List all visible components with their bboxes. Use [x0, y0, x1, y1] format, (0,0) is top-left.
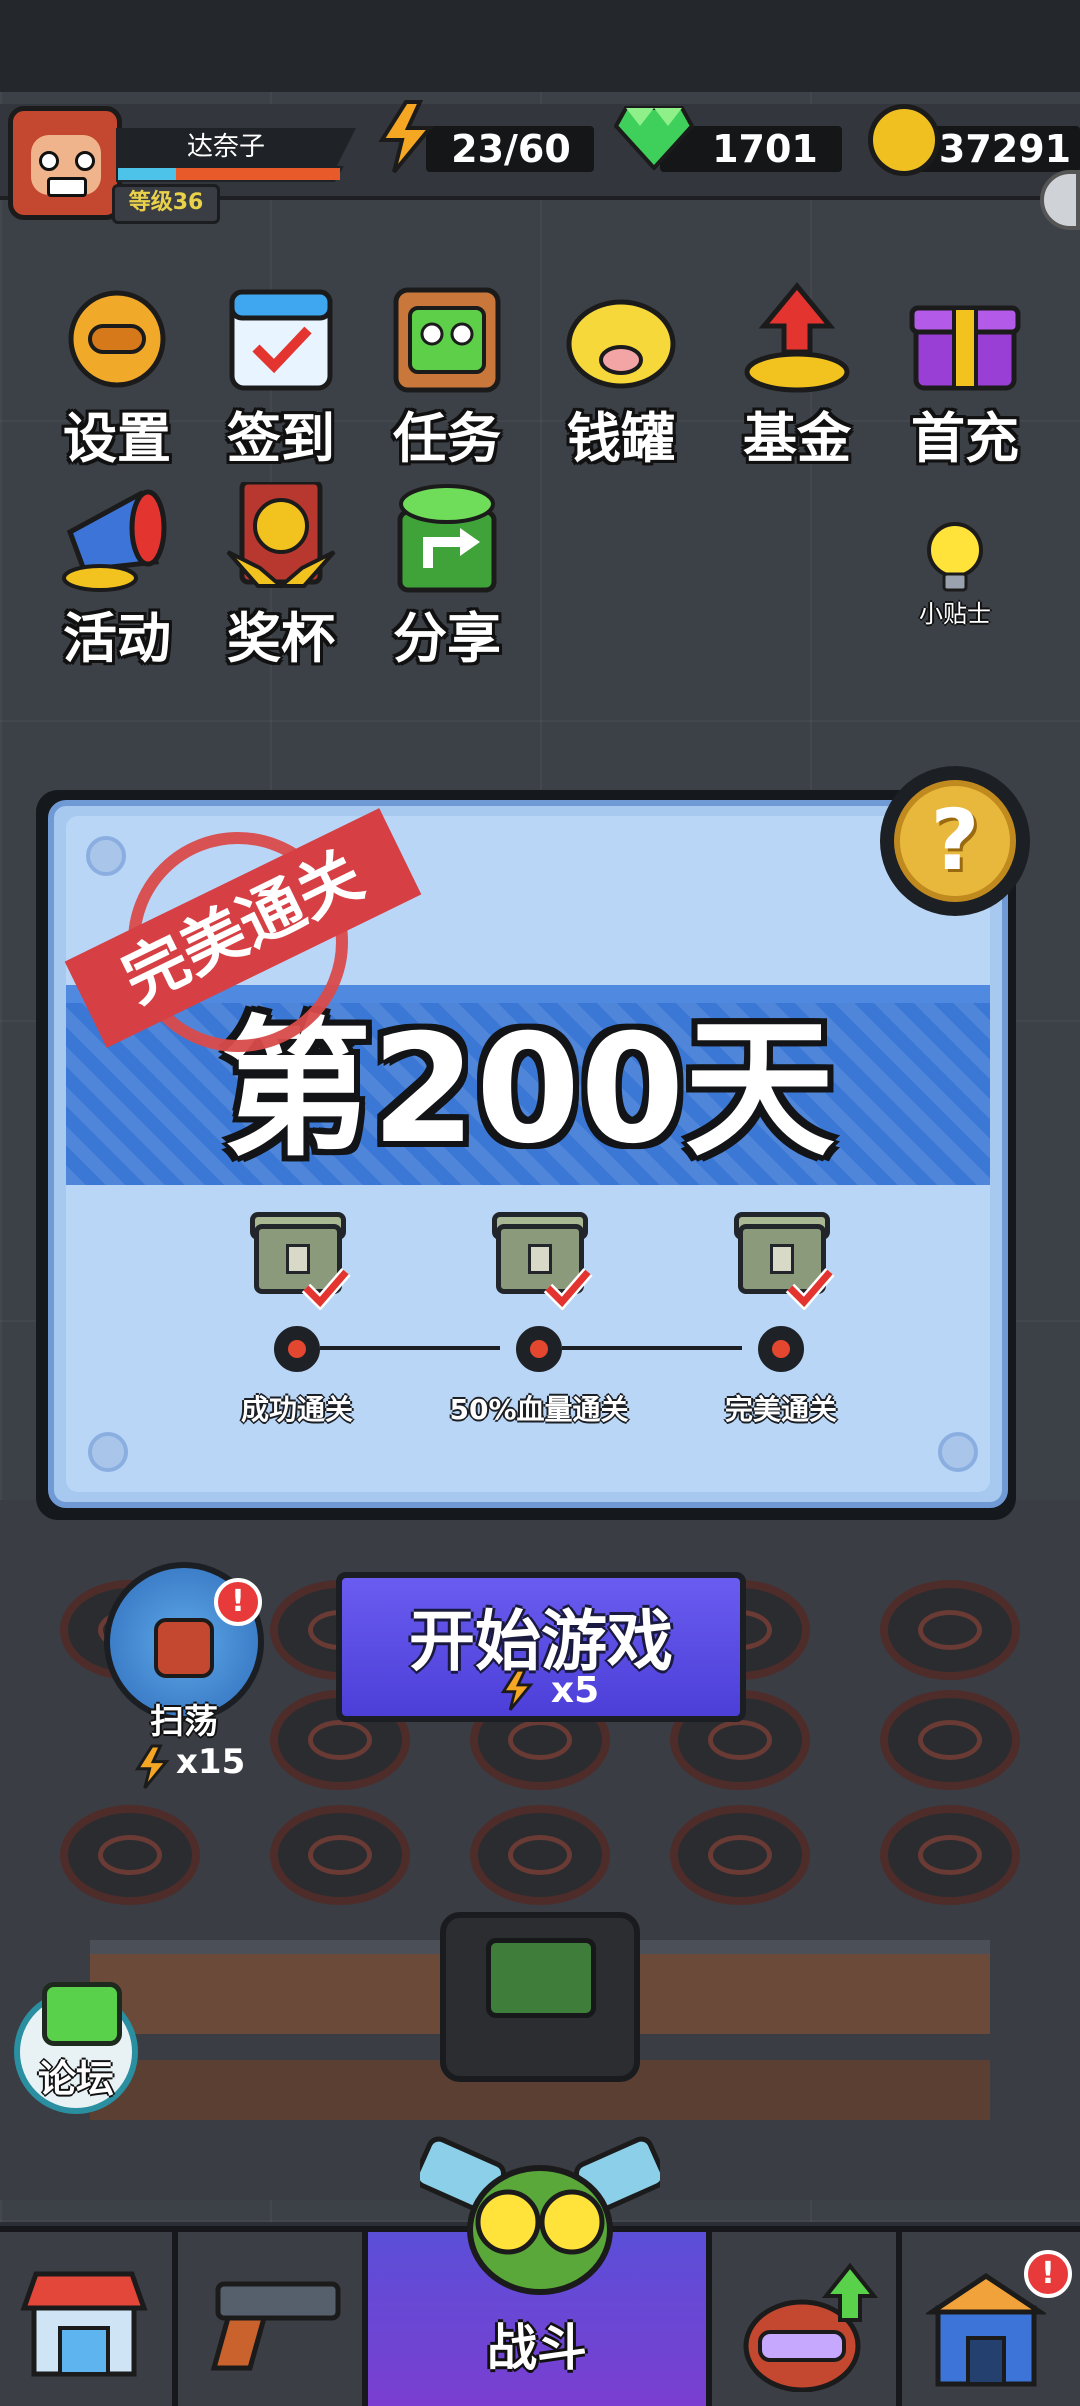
- energy-bolt-icon: [134, 1744, 170, 1790]
- menu-label: 分享: [393, 607, 501, 670]
- floor-pad: [60, 1805, 200, 1905]
- forum-chat-icon: [42, 1982, 122, 2046]
- progress-connector: [562, 1346, 742, 1350]
- screw-icon: [938, 1432, 978, 1472]
- objective-node: [758, 1326, 804, 1372]
- fund-coins-icon: [740, 282, 854, 396]
- help-button[interactable]: ?: [880, 766, 1030, 916]
- calendar-check-icon: [224, 282, 338, 396]
- exp-bar-remaining: [176, 168, 340, 180]
- objective-node: [516, 1326, 562, 1372]
- floor-pad: [880, 1805, 1020, 1905]
- forum-label: 论坛: [37, 2057, 114, 2101]
- menu-trophy[interactable]: 奖杯: [206, 479, 356, 670]
- player-level: 等级36: [112, 184, 220, 224]
- avatar-eye: [39, 151, 59, 171]
- avatar-eye: [75, 151, 95, 171]
- checkmark-icon: [542, 1266, 594, 1311]
- menu-label: 奖杯: [227, 607, 335, 670]
- gem-value: 1701: [712, 127, 818, 171]
- exp-bar-fill: [118, 168, 176, 180]
- menu-fund[interactable]: 基金: [722, 282, 872, 470]
- task-board-icon: [390, 282, 504, 396]
- turret-icon: [486, 1938, 596, 2018]
- sweep-label: 扫荡: [150, 1702, 218, 1742]
- pistol-icon: [198, 2272, 348, 2372]
- floor-pad: [880, 1690, 1020, 1790]
- menu-label: 基金: [743, 407, 851, 470]
- forum-button[interactable]: 论坛: [14, 1982, 138, 2114]
- floor-pad: [670, 1805, 810, 1905]
- gear-icon: [60, 282, 174, 396]
- sweep-alert-badge: !: [214, 1578, 262, 1626]
- tip-label: 小贴士: [919, 600, 991, 628]
- menu-label: 设置: [63, 407, 171, 470]
- objective-label: 50%血量通关: [449, 1393, 629, 1426]
- floor-pad: [270, 1805, 410, 1905]
- lightbulb-icon[interactable]: [920, 520, 990, 596]
- floor-pad: [470, 1805, 610, 1905]
- menu-piggy-bank[interactable]: 钱罐: [546, 282, 696, 470]
- menu-events[interactable]: 活动: [42, 482, 192, 670]
- status-strip: [0, 0, 1080, 92]
- menu-first-recharge[interactable]: 首充: [890, 282, 1040, 470]
- avatar-mouth: [47, 177, 87, 197]
- question-icon: ?: [894, 780, 1016, 902]
- menu-tasks[interactable]: 任务: [372, 282, 522, 470]
- objective-label: 完美通关: [724, 1393, 837, 1426]
- menu-share[interactable]: 分享: [372, 482, 522, 670]
- coin-value: 37291: [938, 127, 1072, 171]
- turret-base: [440, 1912, 640, 2082]
- menu-label: 活动: [63, 607, 171, 670]
- menu-label: 钱罐: [567, 407, 675, 470]
- base-alert-badge: !: [1024, 2250, 1072, 2298]
- battle-zombie-icon: [413, 2130, 667, 2300]
- progress-connector: [320, 1346, 500, 1350]
- sweep-cost: x15: [176, 1742, 246, 1782]
- checkmark-icon: [300, 1266, 352, 1311]
- trophy-icon: [224, 479, 338, 596]
- start-game-cost: x5: [550, 1670, 600, 1711]
- floor-pad: [880, 1580, 1020, 1680]
- gem-icon: [613, 104, 695, 171]
- menu-checkin[interactable]: 签到: [206, 282, 356, 470]
- menu-settings[interactable]: 设置: [42, 282, 192, 470]
- piggy-bank-icon: [564, 282, 678, 396]
- screw-icon: [86, 836, 126, 876]
- checkmark-icon: [784, 1266, 836, 1311]
- menu-label: 签到: [227, 407, 335, 470]
- energy-value: 23/60: [451, 127, 571, 171]
- player-avatar[interactable]: [8, 106, 122, 220]
- gift-box-icon: [908, 282, 1022, 396]
- shop-icon: [20, 2268, 148, 2378]
- energy-bolt-icon: [376, 100, 436, 174]
- share-icon: [390, 482, 504, 596]
- nav-tab-weapons[interactable]: [178, 2232, 368, 2406]
- nav-tab-shop[interactable]: [0, 2232, 178, 2406]
- nav-tab-heroes[interactable]: [712, 2232, 902, 2406]
- menu-label: 任务: [393, 407, 501, 470]
- menu-label: 首充: [911, 407, 1019, 470]
- player-name: 达奈子: [186, 132, 265, 162]
- hero-upgrade-icon: [738, 2262, 879, 2393]
- event-megaphone-icon: [60, 482, 174, 596]
- sweep-hero-icon: [154, 1618, 214, 1678]
- nav-battle-label: 战斗: [487, 2319, 587, 2377]
- objective-label: 成功通关: [240, 1393, 353, 1426]
- objective-node: [274, 1326, 320, 1372]
- start-game-button[interactable]: 开始游戏 x5: [336, 1572, 746, 1722]
- screw-icon: [88, 1432, 128, 1472]
